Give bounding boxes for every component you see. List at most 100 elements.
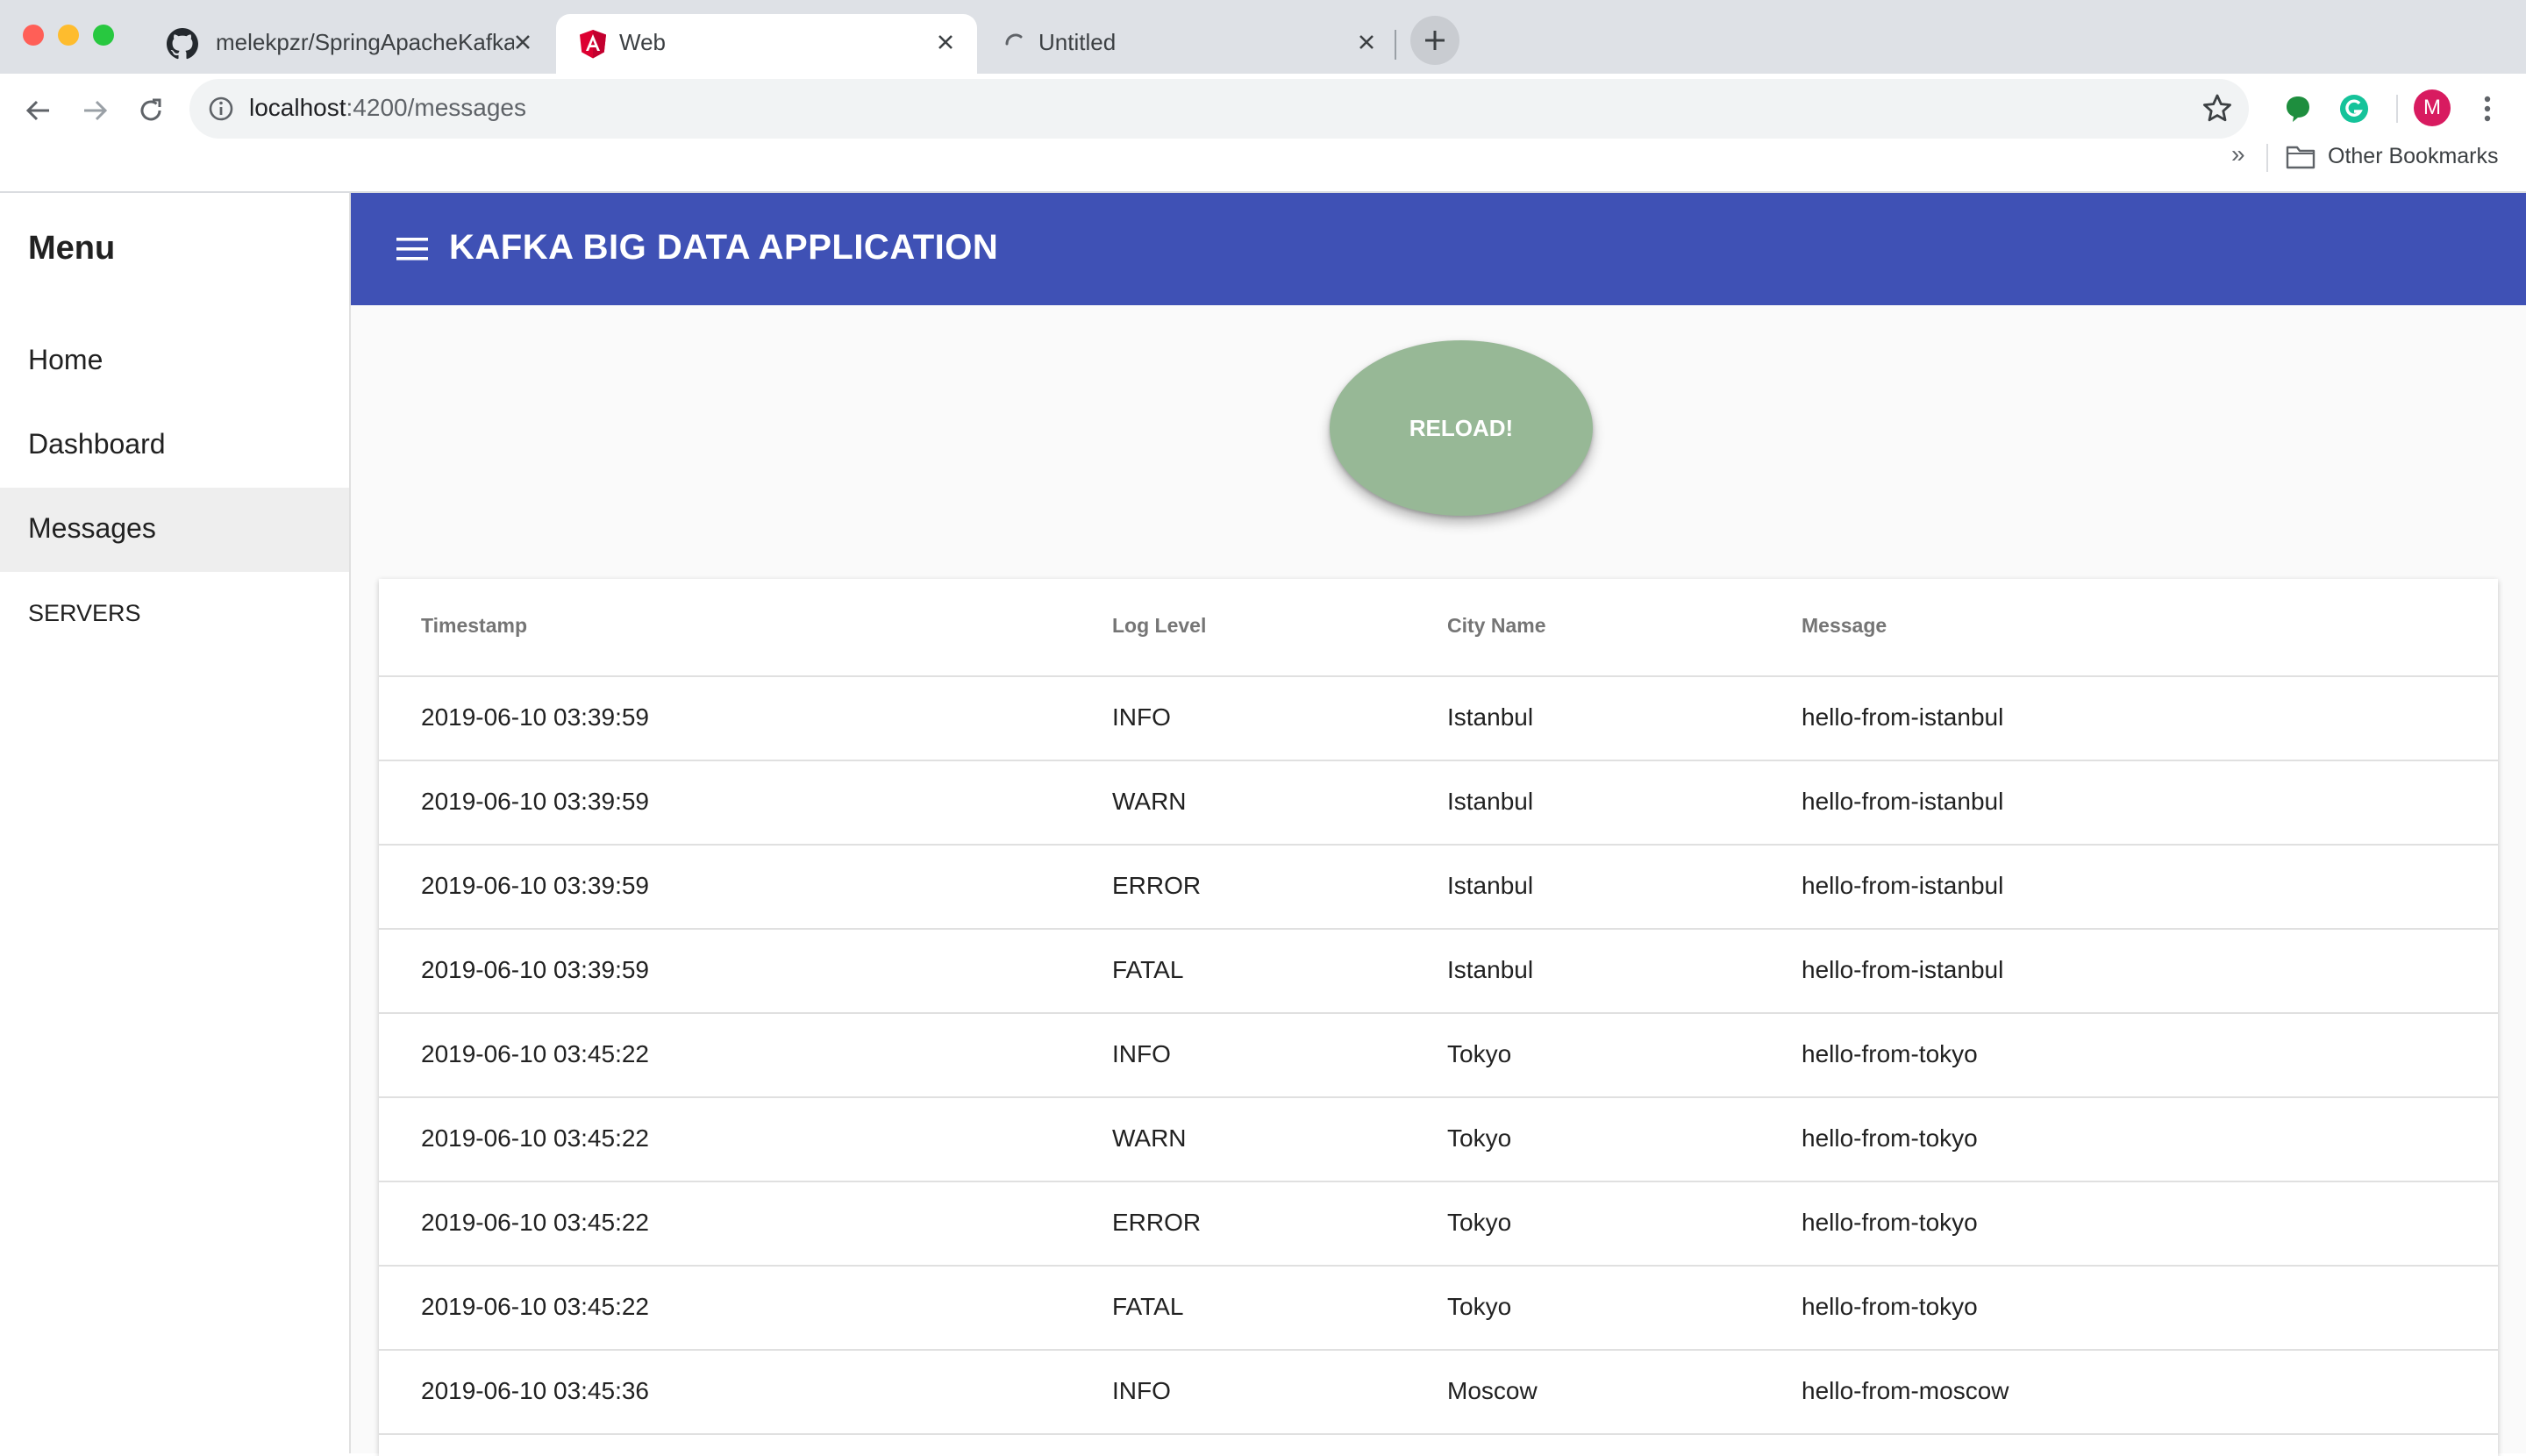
cell-city-name: Istanbul xyxy=(1447,788,1534,815)
browser-tab-strip: melekpzr/SpringApacheKafka: Web Untitled xyxy=(0,0,2526,74)
close-icon[interactable] xyxy=(930,26,961,58)
side-nav: Menu Home Dashboard Messages SERVERS xyxy=(0,193,351,1453)
cell-timestamp: 2019-06-10 03:45:22 xyxy=(421,1124,649,1152)
cell-message: hello-from-istanbul xyxy=(1802,703,2004,731)
cell-log-level: FATAL xyxy=(1112,956,1184,983)
cell-log-level: INFO xyxy=(1112,703,1171,731)
profile-avatar[interactable]: M xyxy=(2414,89,2451,126)
table-row: 2019-06-10 03:45:22 INFO Tokyo hello-fro… xyxy=(379,1014,2498,1098)
tab-web[interactable]: Web xyxy=(556,14,977,74)
reload-page-button[interactable] xyxy=(126,86,175,135)
column-header-message[interactable]: Message xyxy=(1802,614,1887,638)
cell-log-level: INFO xyxy=(1112,1040,1171,1067)
column-header-timestamp[interactable]: Timestamp xyxy=(421,614,527,638)
cell-timestamp: 2019-06-10 03:45:22 xyxy=(421,1209,649,1236)
refresh-icon xyxy=(140,98,161,121)
sidebar-item-label: Home xyxy=(28,344,103,375)
app-root: Menu Home Dashboard Messages SERVERS KAF… xyxy=(0,193,2526,1456)
cell-message: hello-from-tokyo xyxy=(1802,1293,1978,1320)
close-window-button[interactable] xyxy=(23,25,44,46)
url-text[interactable]: localhost:4200/messages xyxy=(249,94,526,122)
arrow-right-icon xyxy=(84,100,108,121)
cell-timestamp: 2019-06-10 03:39:59 xyxy=(421,788,649,815)
cell-log-level: FATAL xyxy=(1112,1293,1184,1320)
table-header: Timestamp Log Level City Name Message xyxy=(379,579,2498,677)
cell-city-name: Tokyo xyxy=(1447,1209,1512,1236)
chat-bubble-extension-icon[interactable] xyxy=(2280,91,2316,126)
address-bar[interactable]: localhost:4200/messages xyxy=(189,79,2249,139)
table-row: 2019-06-10 03:39:59 FATAL Istanbul hello… xyxy=(379,930,2498,1014)
sidebar-item-label: SERVERS xyxy=(28,600,141,626)
menu-title: Menu xyxy=(28,230,116,267)
minimize-window-button[interactable] xyxy=(58,25,79,46)
more-menu-icon[interactable] xyxy=(2470,91,2505,126)
angular-icon xyxy=(580,30,606,59)
sidebar-item-messages[interactable]: Messages xyxy=(0,488,349,572)
cell-log-level: ERROR xyxy=(1112,1209,1202,1236)
cell-city-name: Tokyo xyxy=(1447,1124,1512,1152)
sidebar-item-dashboard[interactable]: Dashboard xyxy=(0,403,349,488)
messages-table: Timestamp Log Level City Name Message 20… xyxy=(379,579,2498,1456)
bookmarks-divider xyxy=(2266,144,2268,172)
cell-city-name: Istanbul xyxy=(1447,872,1534,899)
tab-title: melekpzr/SpringApacheKafka: xyxy=(216,29,514,55)
cell-timestamp: 2019-06-10 03:39:59 xyxy=(421,872,649,899)
tab-untitled[interactable]: Untitled xyxy=(979,14,1398,74)
table-row: 2019-06-10 03:45:36 INFO Moscow hello-fr… xyxy=(379,1351,2498,1435)
close-icon[interactable] xyxy=(507,26,539,58)
tab-separator xyxy=(1395,30,1396,60)
cell-message: hello-from-tokyo xyxy=(1802,1124,1978,1152)
bookmarks-overflow-chevron[interactable]: » xyxy=(2231,140,2245,168)
cell-city-name: Tokyo xyxy=(1447,1040,1512,1067)
table-row: 2019-06-10 03:45:22 FATAL Tokyo hello-fr… xyxy=(379,1267,2498,1351)
close-icon[interactable] xyxy=(1351,26,1382,58)
column-header-city-name[interactable]: City Name xyxy=(1447,614,1545,638)
sidebar-item-home[interactable]: Home xyxy=(0,319,349,403)
back-button[interactable] xyxy=(14,86,63,135)
cell-log-level: WARN xyxy=(1112,1124,1187,1152)
cell-log-level: WARN xyxy=(1112,788,1187,815)
cell-message: hello-from-istanbul xyxy=(1802,956,2004,983)
forward-button[interactable] xyxy=(70,86,119,135)
cell-timestamp: 2019-06-10 03:45:36 xyxy=(421,1377,649,1404)
sidebar-item-servers[interactable]: SERVERS xyxy=(0,572,349,656)
app-toolbar: KAFKA BIG DATA APPLICATION xyxy=(351,193,2526,305)
column-header-log-level[interactable]: Log Level xyxy=(1112,614,1206,638)
other-bookmarks-link[interactable]: Other Bookmarks xyxy=(2328,144,2499,169)
cell-message: hello-from-istanbul xyxy=(1802,788,2004,815)
cell-timestamp: 2019-06-10 03:39:59 xyxy=(421,956,649,983)
main-content: KAFKA BIG DATA APPLICATION RELOAD! Times… xyxy=(351,193,2526,1456)
cell-timestamp: 2019-06-10 03:39:59 xyxy=(421,703,649,731)
cell-timestamp: 2019-06-10 03:45:22 xyxy=(421,1040,649,1067)
cell-city-name: Istanbul xyxy=(1447,956,1534,983)
bookmark-star-icon[interactable] xyxy=(2200,91,2235,126)
table-row: 2019-06-10 03:45:22 ERROR Tokyo hello-fr… xyxy=(379,1182,2498,1267)
url-path: :4200/messages xyxy=(346,94,526,121)
folder-icon xyxy=(2286,146,2316,169)
reload-button[interactable]: RELOAD! xyxy=(1330,340,1593,516)
cell-city-name: Istanbul xyxy=(1447,703,1534,731)
tab-github[interactable]: melekpzr/SpringApacheKafka: xyxy=(146,14,554,74)
hamburger-menu-icon[interactable] xyxy=(395,235,430,263)
cell-message: hello-from-moscow xyxy=(1802,1377,2009,1404)
grammarly-icon[interactable] xyxy=(2337,91,2372,126)
tab-title: Untitled xyxy=(1038,29,1117,55)
table-row: 2019-06-10 03:39:59 WARN Istanbul hello-… xyxy=(379,761,2498,846)
plus-icon xyxy=(1425,31,1445,50)
cell-message: hello-from-tokyo xyxy=(1802,1209,1978,1236)
url-host: localhost xyxy=(249,94,346,121)
github-icon xyxy=(167,28,198,60)
new-tab-button[interactable] xyxy=(1410,16,1459,65)
tab-title: Web xyxy=(619,29,666,55)
cell-message: hello-from-tokyo xyxy=(1802,1040,1978,1067)
sidebar-item-label: Messages xyxy=(28,512,156,544)
cell-message: hello-from-istanbul xyxy=(1802,872,2004,899)
info-icon[interactable] xyxy=(205,93,237,125)
toolbar-divider xyxy=(2396,95,2398,123)
cell-city-name: Moscow xyxy=(1447,1377,1538,1404)
cell-city-name: Tokyo xyxy=(1447,1293,1512,1320)
cell-log-level: INFO xyxy=(1112,1377,1171,1404)
table-row: 2019-06-10 03:39:59 ERROR Istanbul hello… xyxy=(379,846,2498,930)
maximize-window-button[interactable] xyxy=(93,25,114,46)
sidebar-item-label: Dashboard xyxy=(28,428,166,460)
